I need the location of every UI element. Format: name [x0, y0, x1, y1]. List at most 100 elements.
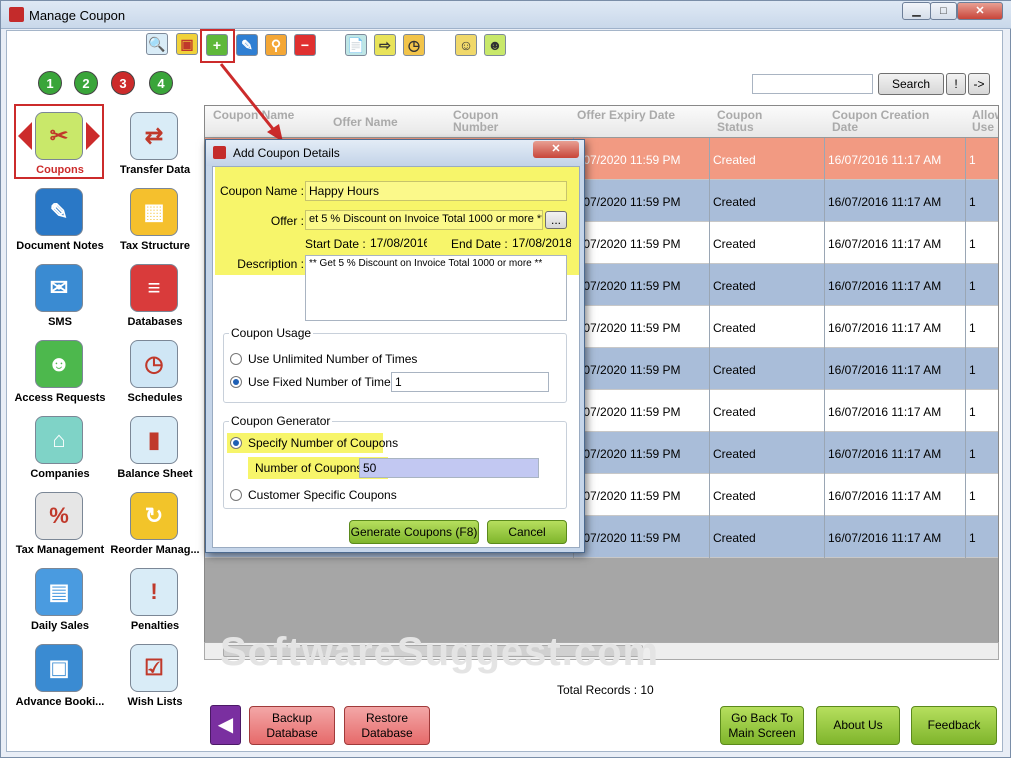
sidebar-item-label: Databases — [127, 316, 183, 328]
sidebar-item-advance-booki[interactable]: ▣ Advance Booki... — [12, 644, 108, 719]
sidebar-item-wish-lists[interactable]: ☑ Wish Lists — [107, 644, 203, 719]
column-divider — [824, 264, 825, 306]
start-date-field[interactable]: 17/08/2016 — [367, 234, 427, 254]
cancel-button[interactable]: Cancel — [487, 520, 567, 544]
usage-fixed-count-field[interactable]: 1 — [391, 372, 549, 392]
delete-icon[interactable]: − — [294, 34, 316, 56]
dialog-title: Add Coupon Details — [233, 146, 340, 160]
restore-database-button[interactable]: Restore Database — [344, 706, 430, 745]
column-divider — [709, 474, 710, 516]
users-check-icon[interactable]: ☺ — [455, 34, 477, 56]
exclaim-button[interactable]: ! — [946, 73, 966, 95]
sidebar-item-databases[interactable]: ≡ Databases — [107, 264, 203, 339]
customer-specific-label[interactable]: Customer Specific Coupons — [248, 488, 397, 502]
step-1[interactable]: 1 — [38, 71, 62, 95]
cell-created: 16/07/2016 11:17 AM — [828, 447, 942, 461]
coupon-name-label: Coupon Name : — [219, 184, 304, 198]
back-arrow-icon[interactable]: ◀ — [210, 705, 241, 745]
minimize-button[interactable]: ▁ — [902, 2, 931, 20]
add-icon[interactable]: + — [206, 34, 228, 56]
schedule-export-icon[interactable]: ◷ — [403, 34, 425, 56]
col-offer-expiry[interactable]: Offer Expiry Date — [577, 109, 677, 121]
column-divider — [709, 264, 710, 306]
sidebar-item-document-notes[interactable]: ✎ Document Notes — [12, 188, 108, 263]
coupon-generator-title: Coupon Generator — [229, 414, 333, 428]
cell-status: Created — [713, 279, 756, 293]
house-icon: ⌂ — [35, 416, 83, 464]
user-assign-icon[interactable]: ☻ — [484, 34, 506, 56]
end-date-field[interactable]: 17/08/2018 — [509, 234, 571, 254]
step-3[interactable]: 3 — [111, 71, 135, 95]
column-divider — [824, 138, 825, 180]
coupon-name-field[interactable]: Happy Hours — [305, 181, 567, 201]
column-divider — [824, 474, 825, 516]
about-us-button[interactable]: About Us — [816, 706, 900, 745]
column-divider — [824, 306, 825, 348]
window-title: Manage Coupon — [29, 8, 126, 23]
maximize-button[interactable]: □ — [930, 2, 957, 20]
offer-field[interactable]: et 5 % Discount on Invoice Total 1000 or… — [305, 210, 543, 230]
export-icon[interactable]: ⇨ — [374, 34, 396, 56]
sidebar-item-tax-structure[interactable]: ▦ Tax Structure — [107, 188, 203, 263]
customer-specific-radio[interactable] — [230, 489, 242, 501]
cell-allow: 1 — [969, 279, 976, 293]
description-field[interactable]: ** Get 5 % Discount on Invoice Total 100… — [305, 255, 567, 321]
feedback-button[interactable]: Feedback — [911, 706, 997, 745]
column-divider — [709, 432, 710, 474]
coupon-count-field[interactable]: 50 — [359, 458, 539, 478]
cell-status: Created — [713, 363, 756, 377]
backup-database-button[interactable]: Backup Database — [249, 706, 335, 745]
col-creation-date[interactable]: Coupon Creation Date — [832, 109, 952, 133]
search-input[interactable] — [752, 74, 873, 94]
sidebar-item-transfer-data[interactable]: ⇄ Transfer Data — [107, 112, 203, 187]
usage-fixed-label[interactable]: Use Fixed Number of Times — [248, 375, 397, 389]
cell-status: Created — [713, 447, 756, 461]
cell-expiry: /07/2020 11:59 PM — [580, 405, 681, 419]
sidebar-item-sms[interactable]: ✉ SMS — [12, 264, 108, 339]
edit-icon[interactable]: ✎ — [236, 34, 258, 56]
cell-created: 16/07/2016 11:17 AM — [828, 363, 942, 377]
sidebar-item-label: Transfer Data — [119, 164, 191, 176]
sidebar-item-penalties[interactable]: ! Penalties — [107, 568, 203, 643]
cell-status: Created — [713, 153, 756, 167]
usage-unlimited-radio[interactable] — [230, 353, 242, 365]
col-coupon-number[interactable]: Coupon Number — [453, 109, 543, 133]
usage-unlimited-label[interactable]: Use Unlimited Number of Times — [248, 352, 417, 366]
step-4[interactable]: 4 — [149, 71, 173, 95]
description-label: Description : — [237, 257, 304, 271]
sidebar-item-schedules[interactable]: ◷ Schedules — [107, 340, 203, 415]
specify-count-radio[interactable] — [230, 437, 242, 449]
offer-browse-button[interactable]: ... — [545, 211, 567, 229]
column-divider — [709, 390, 710, 432]
search-icon[interactable]: 🔍 — [146, 33, 168, 55]
sidebar-item-access-requests[interactable]: ☻ Access Requests — [12, 340, 108, 415]
cell-expiry: /07/2020 11:59 PM — [580, 489, 681, 503]
specify-count-label[interactable]: Specify Number of Coupons — [248, 436, 398, 450]
col-coupon-status[interactable]: Coupon Status — [717, 109, 797, 133]
find-icon[interactable]: ⚲ — [265, 34, 287, 56]
cell-status: Created — [713, 321, 756, 335]
transfer-arrows-icon: ⇄ — [130, 112, 178, 160]
column-divider — [709, 138, 710, 180]
sidebar-item-reorder-manag[interactable]: ↻ Reorder Manag... — [107, 492, 203, 567]
sidebar-item-daily-sales[interactable]: ▤ Daily Sales — [12, 568, 108, 643]
column-divider — [965, 306, 966, 348]
sidebar-item-companies[interactable]: ⌂ Companies — [12, 416, 108, 491]
col-offer-name[interactable]: Offer Name — [333, 116, 398, 128]
close-button[interactable]: ✕ — [957, 2, 1003, 20]
search-button[interactable]: Search — [878, 73, 944, 95]
sidebar-item-balance-sheet[interactable]: ▮ Balance Sheet — [107, 416, 203, 491]
document-icon[interactable]: 📄 — [345, 34, 367, 56]
cell-expiry: /07/2020 11:59 PM — [580, 153, 681, 167]
usage-fixed-radio[interactable] — [230, 376, 242, 388]
dialog-close-button[interactable]: ✕ — [533, 141, 579, 158]
next-button[interactable]: -> — [968, 73, 990, 95]
step-2[interactable]: 2 — [74, 71, 98, 95]
col-allow-use[interactable]: Allow Use — [972, 109, 998, 133]
generate-coupons-button[interactable]: Generate Coupons (F8) — [349, 520, 479, 544]
pointer-arrow-icon — [219, 63, 283, 142]
sidebar-item-tax-management[interactable]: % Tax Management — [12, 492, 108, 567]
chat-icon[interactable]: ▣ — [176, 33, 198, 55]
column-divider — [965, 390, 966, 432]
go-back-button[interactable]: Go Back To Main Screen — [720, 706, 804, 745]
